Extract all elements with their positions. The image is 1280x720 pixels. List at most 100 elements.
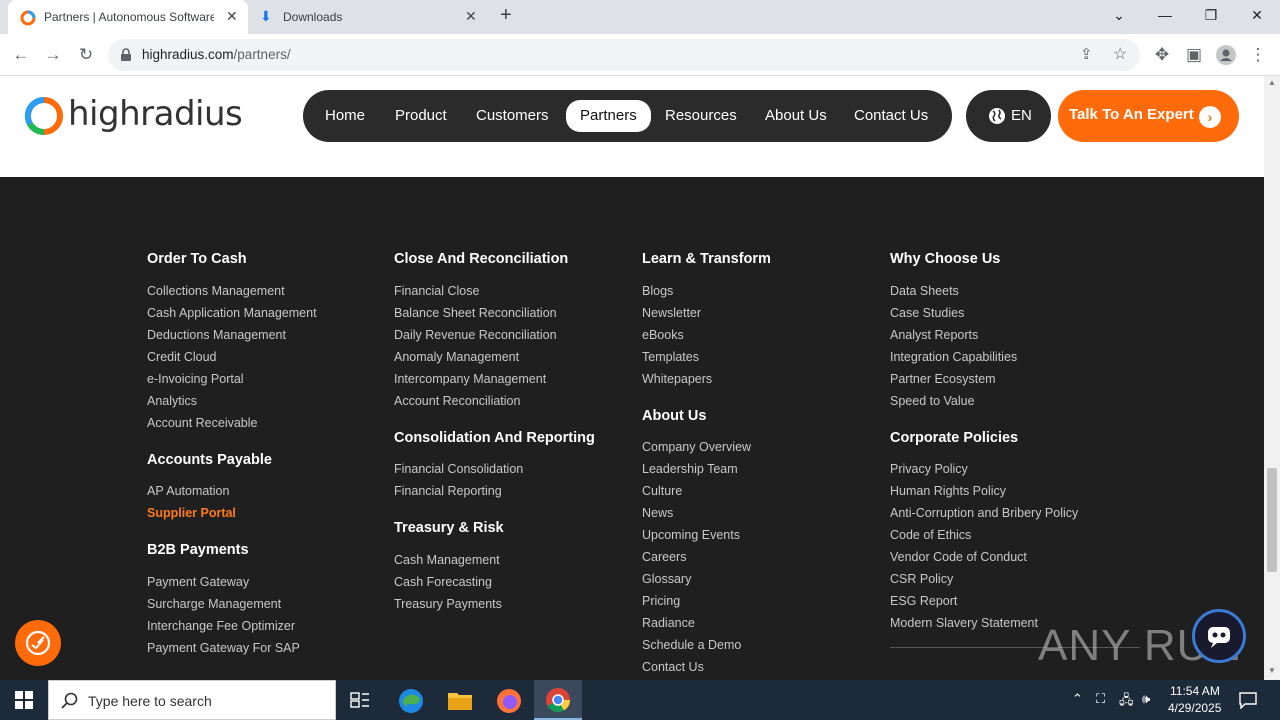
nav-about-us[interactable]: About Us (765, 103, 827, 129)
window-close-icon[interactable]: ✕ (1234, 0, 1280, 30)
footer-link[interactable]: Cash Application Management (147, 306, 317, 320)
notifications-icon[interactable] (1239, 691, 1257, 709)
edge-browser-icon[interactable] (398, 688, 424, 714)
footer-link[interactable]: Human Rights Policy (890, 484, 1006, 498)
file-explorer-icon[interactable] (447, 689, 473, 711)
nav-home[interactable]: Home (325, 103, 365, 129)
footer-link[interactable]: Analyst Reports (890, 328, 978, 342)
menu-icon[interactable]: ⋮ (1245, 42, 1271, 68)
footer-link[interactable]: Financial Close (394, 284, 479, 298)
footer-link[interactable]: Collections Management (147, 284, 285, 298)
footer-link[interactable]: AP Automation (147, 484, 229, 498)
people-icon[interactable]: ⛶ (1096, 691, 1105, 707)
profile-avatar-icon[interactable] (1213, 42, 1239, 68)
chrome-taskbar-item[interactable] (534, 680, 582, 720)
footer-link[interactable]: Financial Consolidation (394, 462, 523, 476)
footer-link[interactable]: Modern Slavery Statement (890, 616, 1038, 630)
tab-search-icon[interactable]: ⌄ (1096, 0, 1142, 30)
address-bar[interactable]: highradius.com/partners/ ⇪ ☆ (108, 39, 1140, 71)
forward-icon[interactable]: → (40, 42, 66, 68)
footer-link[interactable]: Partner Ecosystem (890, 372, 996, 386)
footer-link[interactable]: News (642, 506, 673, 520)
footer-link[interactable]: Deductions Management (147, 328, 286, 342)
logo-text[interactable]: highradius (68, 94, 243, 134)
footer-link[interactable]: e-Invoicing Portal (147, 372, 244, 386)
footer-link[interactable]: Code of Ethics (890, 528, 971, 542)
footer-link[interactable]: Leadership Team (642, 462, 738, 476)
footer-link[interactable]: Newsletter (642, 306, 701, 320)
footer-link[interactable]: Blogs (642, 284, 673, 298)
footer-link[interactable]: eBooks (642, 328, 684, 342)
close-tab-icon[interactable]: ✕ (226, 8, 238, 25)
chat-bot-button[interactable] (1192, 609, 1246, 663)
footer-link[interactable]: Contact Us (642, 660, 704, 674)
nav-contact-us[interactable]: Contact Us (854, 103, 928, 129)
footer-link[interactable]: Payment Gateway (147, 575, 249, 589)
footer-link[interactable]: Payment Gateway For SAP (147, 641, 300, 655)
scroll-up-icon[interactable]: ▲ (1268, 78, 1276, 87)
footer-link[interactable]: Company Overview (642, 440, 751, 454)
taskbar-search-box[interactable]: Type here to search (48, 680, 336, 720)
footer-link[interactable]: Account Reconciliation (394, 394, 520, 408)
extensions-icon[interactable]: ✥ (1149, 42, 1175, 68)
network-icon[interactable]: 🖧 (1119, 691, 1134, 713)
footer-link[interactable]: Glossary (642, 572, 691, 586)
footer-link[interactable]: Financial Reporting (394, 484, 502, 498)
footer-link[interactable]: Upcoming Events (642, 528, 740, 542)
restore-icon[interactable]: ❐ (1188, 0, 1234, 30)
page-scrollbar[interactable]: ▲ ▼ (1264, 76, 1280, 680)
footer-link[interactable]: Case Studies (890, 306, 964, 320)
footer-link[interactable]: Surcharge Management (147, 597, 281, 611)
close-tab-icon[interactable]: ✕ (465, 8, 477, 25)
footer-link[interactable]: Careers (642, 550, 686, 564)
footer-link[interactable]: ESG Report (890, 594, 957, 608)
firefox-icon[interactable] (496, 688, 522, 714)
footer-link[interactable]: Interchange Fee Optimizer (147, 619, 295, 633)
footer-link[interactable]: Account Receivable (147, 416, 257, 430)
scroll-down-icon[interactable]: ▼ (1268, 666, 1276, 675)
footer-link[interactable]: Speed to Value (890, 394, 975, 408)
footer-link[interactable]: Integration Capabilities (890, 350, 1017, 364)
footer-link[interactable]: Pricing (642, 594, 680, 608)
footer-link[interactable]: Cash Forecasting (394, 575, 492, 589)
footer-link[interactable]: Privacy Policy (890, 462, 968, 476)
highradius-logo-icon[interactable] (24, 96, 64, 136)
nav-customers[interactable]: Customers (476, 103, 549, 129)
windows-start-icon[interactable] (15, 691, 33, 709)
tab-partners[interactable]: Partners | Autonomous Software ✕ (8, 0, 248, 34)
clock-date[interactable]: 4/29/2025 (1168, 701, 1221, 715)
minimize-icon[interactable]: — (1142, 0, 1188, 30)
footer-link[interactable]: CSR Policy (890, 572, 953, 586)
footer-link[interactable]: Templates (642, 350, 699, 364)
footer-link[interactable]: Vendor Code of Conduct (890, 550, 1027, 564)
nav-resources[interactable]: Resources (665, 103, 737, 129)
footer-link[interactable]: Anomaly Management (394, 350, 519, 364)
side-panel-icon[interactable]: ▣ (1181, 42, 1207, 68)
footer-link[interactable]: Culture (642, 484, 682, 498)
nav-partners[interactable]: Partners (566, 100, 651, 132)
footer-link-supplier-portal[interactable]: Supplier Portal (147, 506, 236, 520)
reload-icon[interactable]: ↻ (73, 42, 99, 68)
clock-time[interactable]: 11:54 AM (1170, 684, 1220, 698)
nav-product[interactable]: Product (395, 103, 447, 129)
task-view-icon[interactable] (350, 691, 370, 709)
footer-link[interactable]: Whitepapers (642, 372, 712, 386)
footer-link[interactable]: Intercompany Management (394, 372, 546, 386)
footer-link[interactable]: Cash Management (394, 553, 500, 567)
tab-downloads[interactable]: ⬇ Downloads ✕ (250, 0, 486, 34)
footer-link[interactable]: Schedule a Demo (642, 638, 741, 652)
accessibility-widget-button[interactable] (15, 620, 61, 666)
language-selector[interactable]: EN (966, 90, 1051, 142)
tray-overflow-icon[interactable]: ⌃ (1072, 691, 1083, 707)
footer-link[interactable]: Daily Revenue Reconciliation (394, 328, 557, 342)
footer-link[interactable]: Analytics (147, 394, 197, 408)
volume-icon[interactable]: 🕪 (1142, 691, 1150, 707)
footer-link[interactable]: Treasury Payments (394, 597, 502, 611)
footer-link[interactable]: Data Sheets (890, 284, 959, 298)
talk-to-expert-button[interactable]: Talk To An Expert › (1058, 90, 1239, 142)
footer-link[interactable]: Credit Cloud (147, 350, 216, 364)
footer-link[interactable]: Balance Sheet Reconciliation (394, 306, 557, 320)
bookmark-star-icon[interactable]: ☆ (1113, 44, 1127, 64)
scrollbar-thumb[interactable] (1267, 468, 1277, 572)
share-icon[interactable]: ⇪ (1080, 45, 1093, 63)
